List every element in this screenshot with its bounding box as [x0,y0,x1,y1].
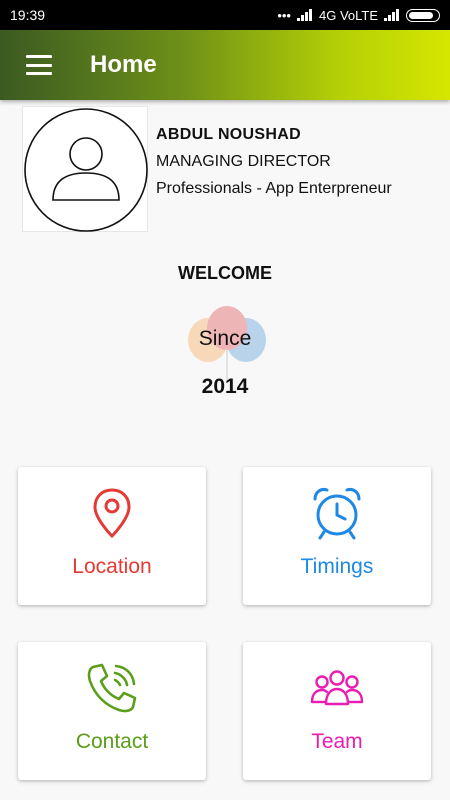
notification-dots-icon: ••• [277,7,291,23]
user-avatar-icon [24,108,148,232]
welcome-heading: WELCOME [178,263,272,283]
profile-section: ABDUL NOUSHAD MANAGING DIRECTOR Professi… [22,106,432,232]
alarm-clock-icon [311,485,363,541]
location-label: Location [72,555,152,578]
profile-details: ABDUL NOUSHAD MANAGING DIRECTOR Professi… [156,126,392,198]
status-time: 19:39 [10,7,46,23]
profile-name: ABDUL NOUSHAD [156,126,301,143]
since-year: 2014 [201,375,249,398]
contact-tile[interactable]: Contact [18,642,206,780]
avatar [22,106,148,232]
location-pin-icon [92,485,132,541]
signal-bars-icon [296,9,313,21]
status-icons: ••• 4G VoLTE [277,8,440,23]
since-label: Since [198,327,252,350]
team-tile[interactable]: Team [243,642,431,780]
contact-label: Contact [75,730,149,753]
profile-role: MANAGING DIRECTOR [156,153,331,170]
network-type: 4G VoLTE [318,7,378,23]
team-label: Team [311,730,363,753]
location-tile[interactable]: Location [18,467,206,605]
status-bar: 19:39 ••• 4G VoLTE [0,0,450,30]
timings-tile[interactable]: Timings [243,467,431,605]
phone-ringing-icon [85,660,139,716]
team-group-icon [310,660,364,716]
app-bar: Home [0,30,450,100]
page-title: Home [90,51,157,78]
hamburger-menu-icon[interactable] [26,55,52,75]
timings-label: Timings [300,555,374,578]
profile-company: Professionals - App Enterpreneur [156,180,392,197]
battery-icon [406,8,440,22]
signal-bars-icon-2 [384,9,400,21]
